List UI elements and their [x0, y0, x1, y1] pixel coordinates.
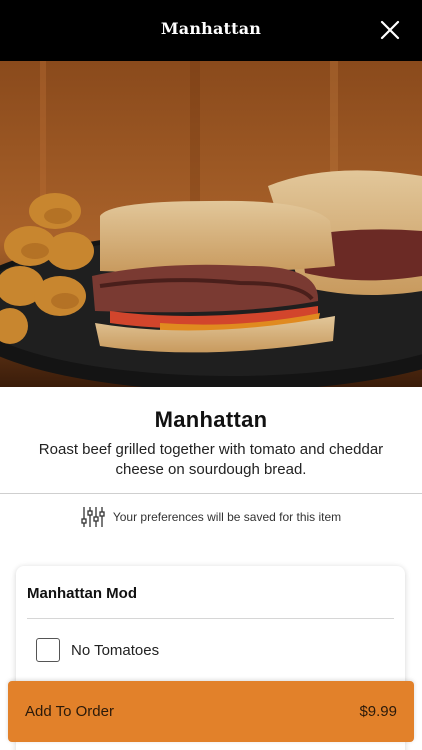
header-bar: Manhattan [0, 0, 422, 61]
card-divider [27, 618, 394, 619]
no-tomatoes-checkbox[interactable] [36, 638, 60, 662]
order-price: $9.99 [359, 703, 397, 720]
preferences-text: Your preferences will be saved for this … [112, 510, 342, 524]
option-label: No Tomatoes [71, 641, 160, 659]
add-to-order-label: Add To Order [25, 703, 114, 720]
close-icon [380, 20, 400, 40]
preferences-note: Your preferences will be saved for this … [0, 506, 422, 528]
item-photo [0, 61, 422, 387]
header-title: Manhattan [160, 19, 262, 38]
sliders-icon [81, 507, 105, 527]
option-no-tomatoes[interactable]: No Tomatoes [36, 638, 159, 662]
modifier-group-title: Manhattan Mod [27, 585, 137, 602]
section-divider [0, 493, 422, 494]
item-detail-screen: Manhattan Manhattan Roast beef grilled t… [0, 0, 422, 750]
close-button[interactable] [378, 18, 402, 42]
add-to-order-button[interactable]: Add To Order $9.99 [8, 681, 414, 742]
item-title: Manhattan [154, 407, 268, 432]
item-description: Roast beef grilled together with tomato … [38, 441, 384, 478]
